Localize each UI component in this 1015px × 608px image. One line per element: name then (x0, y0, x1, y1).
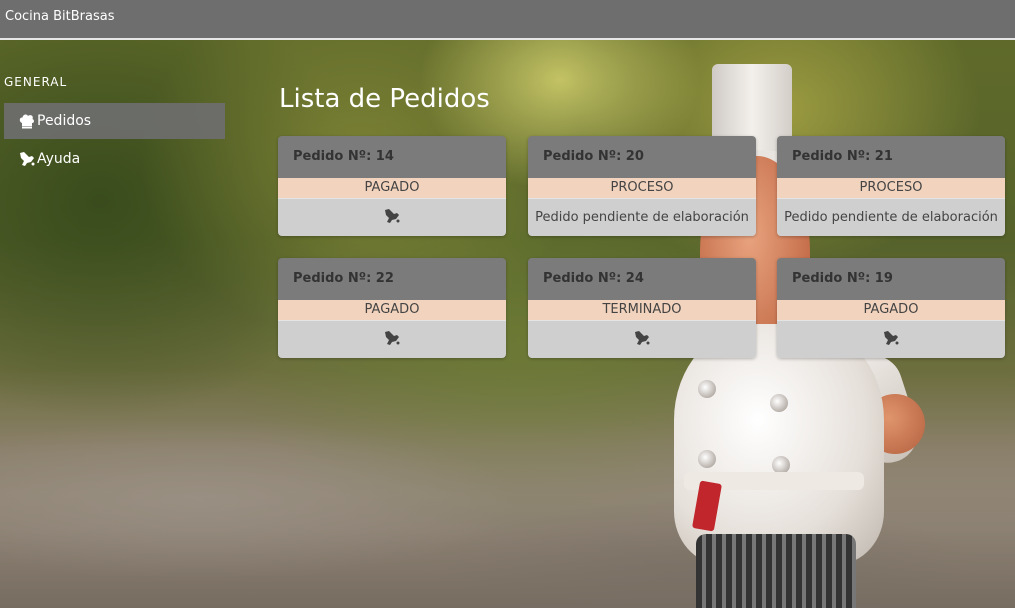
order-status: PAGADO (278, 178, 506, 198)
hand-icon (882, 329, 900, 351)
page-title: Lista de Pedidos (279, 84, 490, 114)
order-number: Pedido Nº: 19 (777, 258, 1005, 300)
hand-icon (383, 207, 401, 229)
order-number: Pedido Nº: 24 (528, 258, 756, 300)
order-number: Pedido Nº: 20 (528, 136, 756, 178)
hand-icon (633, 329, 651, 351)
order-status: PAGADO (278, 300, 506, 320)
order-card[interactable]: Pedido Nº: 21 PROCESO Pedido pendiente d… (777, 136, 1005, 236)
order-card[interactable]: Pedido Nº: 22 PAGADO (278, 258, 506, 358)
chef-hat-icon (18, 112, 36, 130)
app-title: Cocina BitBrasas (5, 9, 115, 24)
order-card-body (777, 320, 1005, 358)
sidebar-section-title: GENERAL (4, 75, 68, 89)
order-status: PROCESO (777, 178, 1005, 198)
sidebar-item-label: Pedidos (37, 113, 92, 129)
order-card-body (278, 320, 506, 358)
order-number: Pedido Nº: 14 (278, 136, 506, 178)
order-number: Pedido Nº: 21 (777, 136, 1005, 178)
order-status: PAGADO (777, 300, 1005, 320)
hand-icon (383, 329, 401, 351)
order-status: PROCESO (528, 178, 756, 198)
order-card[interactable]: Pedido Nº: 20 PROCESO Pedido pendiente d… (528, 136, 756, 236)
sidebar-item-pedidos[interactable]: Pedidos (4, 103, 225, 139)
order-card-body (528, 320, 756, 358)
order-number: Pedido Nº: 22 (278, 258, 506, 300)
order-card[interactable]: Pedido Nº: 19 PAGADO (777, 258, 1005, 358)
top-bar: Cocina BitBrasas (0, 0, 1015, 40)
sidebar: GENERAL Pedidos Ayuda (0, 40, 232, 608)
order-card[interactable]: Pedido Nº: 14 PAGADO (278, 136, 506, 236)
order-card-body (278, 198, 506, 236)
order-description: Pedido pendiente de elaboración (528, 198, 756, 236)
order-card[interactable]: Pedido Nº: 24 TERMINADO (528, 258, 756, 358)
sidebar-item-ayuda[interactable]: Ayuda (4, 141, 225, 177)
order-description: Pedido pendiente de elaboración (777, 198, 1005, 236)
sidebar-item-label: Ayuda (37, 151, 81, 167)
help-hand-icon (18, 150, 36, 168)
order-status: TERMINADO (528, 300, 756, 320)
